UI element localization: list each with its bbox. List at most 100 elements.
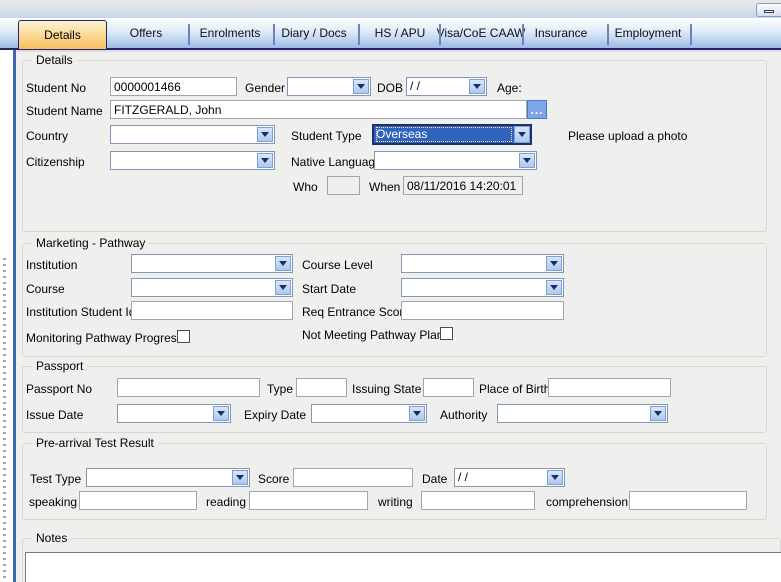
issuing-state-label: Issuing State: [352, 382, 421, 396]
test-type-label: Test Type: [30, 472, 81, 486]
issue-date-select[interactable]: [117, 404, 231, 423]
citizenship-select[interactable]: [110, 151, 275, 170]
course-label: Course: [26, 282, 65, 296]
dropdown-arrow-icon[interactable]: [409, 406, 425, 421]
when-field: [403, 176, 523, 195]
dropdown-arrow-icon[interactable]: [547, 470, 563, 485]
photo-upload-hint: Please upload a photo: [568, 129, 687, 143]
tab-details[interactable]: Details: [18, 20, 107, 50]
start-date-label: Start Date: [302, 282, 356, 296]
dropdown-arrow-icon[interactable]: [353, 79, 369, 94]
splitter-handle[interactable]: [3, 258, 6, 582]
writing-field[interactable]: [421, 491, 535, 510]
req-entrance-score-field[interactable]: [401, 301, 564, 320]
expiry-date-select[interactable]: [311, 404, 427, 423]
citizenship-label: Citizenship: [26, 155, 85, 169]
dropdown-arrow-icon[interactable]: [514, 126, 530, 143]
authority-label: Authority: [440, 408, 487, 422]
reading-field[interactable]: [249, 491, 368, 510]
issuing-state-field[interactable]: [423, 378, 474, 397]
tab-separator: [188, 24, 190, 45]
course-select[interactable]: [131, 278, 293, 297]
type-label: Type: [267, 382, 293, 396]
authority-select[interactable]: [497, 404, 668, 423]
test-type-value: [90, 470, 231, 485]
test-date-select[interactable]: / /: [454, 468, 565, 487]
student-no-field[interactable]: [110, 77, 237, 96]
dropdown-arrow-icon[interactable]: [650, 406, 666, 421]
tab-separator: [522, 24, 524, 45]
notes-group-title: Notes: [32, 531, 71, 545]
dropdown-arrow-icon[interactable]: [257, 127, 273, 142]
tab-insurance[interactable]: Insurance: [535, 26, 588, 40]
institution-select[interactable]: [131, 254, 293, 273]
student-no-label: Student No: [26, 81, 86, 95]
native-language-label: Native Language: [291, 155, 382, 169]
institution-student-id-field[interactable]: [131, 301, 293, 320]
monitoring-pathway-progress-checkbox[interactable]: [177, 330, 190, 343]
student-type-select[interactable]: Overseas: [372, 124, 532, 145]
tab-enrolments[interactable]: Enrolments: [200, 26, 261, 40]
dropdown-arrow-icon[interactable]: [519, 153, 535, 168]
who-field: [327, 176, 360, 195]
comprehension-field[interactable]: [629, 491, 747, 510]
country-value: [114, 127, 256, 142]
place-of-birth-label: Place of Birth: [479, 382, 550, 396]
tab-employment[interactable]: Employment: [615, 26, 682, 40]
dropdown-arrow-icon[interactable]: [257, 153, 273, 168]
dob-value: / /: [410, 79, 468, 94]
not-meeting-pathway-plan-label: Not Meeting Pathway Plan: [302, 328, 443, 342]
start-date-select[interactable]: [401, 278, 564, 297]
dropdown-arrow-icon[interactable]: [546, 280, 562, 295]
course-level-value: [405, 256, 545, 271]
tab-visa-coe-caaw[interactable]: Visa/CoE CAAW: [437, 26, 526, 40]
gender-select[interactable]: [287, 77, 371, 96]
dropdown-arrow-icon[interactable]: [232, 470, 248, 485]
minimize-button[interactable]: [756, 3, 781, 17]
not-meeting-pathway-plan-checkbox[interactable]: [440, 327, 453, 340]
student-name-field[interactable]: [110, 100, 527, 119]
age-label: Age:: [497, 81, 522, 95]
native-language-value: [378, 153, 518, 168]
dropdown-arrow-icon[interactable]: [275, 280, 291, 295]
speaking-label: speaking: [29, 495, 77, 509]
dob-select[interactable]: / /: [406, 77, 487, 96]
tab-separator: [439, 24, 441, 45]
tab-hs-apu[interactable]: HS / APU: [375, 26, 426, 40]
tab-separator: [358, 24, 360, 45]
institution-value: [135, 256, 274, 271]
course-value: [135, 280, 274, 295]
tab-offers[interactable]: Offers: [130, 26, 162, 40]
gender-label: Gender: [245, 81, 285, 95]
tab-diary-docs[interactable]: Diary / Docs: [281, 26, 346, 40]
when-label: When: [369, 180, 400, 194]
student-details-window: Details Offers Enrolments Diary / Docs H…: [0, 0, 781, 582]
start-date-value: [405, 280, 545, 295]
place-of-birth-field[interactable]: [548, 378, 671, 397]
dropdown-arrow-icon[interactable]: [469, 79, 485, 94]
test-date-value: / /: [458, 470, 546, 485]
passport-no-field[interactable]: [117, 378, 260, 397]
speaking-field[interactable]: [79, 491, 197, 510]
student-name-label: Student Name: [26, 104, 103, 118]
country-select[interactable]: [110, 125, 275, 144]
dropdown-arrow-icon[interactable]: [275, 256, 291, 271]
score-label: Score: [258, 472, 289, 486]
issue-date-label: Issue Date: [26, 408, 83, 422]
native-language-select[interactable]: [374, 151, 537, 170]
citizenship-value: [114, 153, 256, 168]
test-type-select[interactable]: [86, 468, 250, 487]
browse-button[interactable]: ...: [527, 100, 547, 119]
dropdown-arrow-icon[interactable]: [546, 256, 562, 271]
reading-label: reading: [206, 495, 246, 509]
title-bar: [0, 0, 781, 18]
passport-no-label: Passport No: [26, 382, 92, 396]
marketing-pathway-group-title: Marketing - Pathway: [32, 236, 149, 250]
test-date-label: Date: [422, 472, 447, 486]
minimize-icon: [764, 10, 774, 13]
notes-textarea[interactable]: [25, 552, 781, 582]
type-field[interactable]: [296, 378, 347, 397]
dropdown-arrow-icon[interactable]: [213, 406, 229, 421]
score-field[interactable]: [293, 468, 413, 487]
course-level-select[interactable]: [401, 254, 564, 273]
